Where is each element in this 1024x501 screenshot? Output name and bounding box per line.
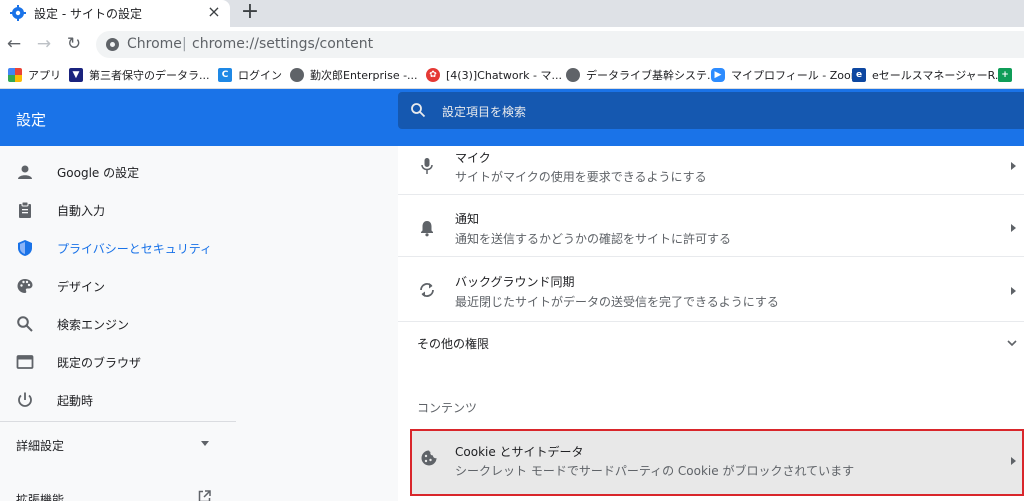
row-microphone[interactable]: マイク サイトがマイクの使用を要求できるようにする xyxy=(398,146,1024,195)
bookmark-item[interactable]: ▶ マイプロフィール - Zoom xyxy=(711,67,861,83)
browser-icon xyxy=(16,355,34,369)
sidebar-item-design[interactable]: デザイン xyxy=(0,267,236,305)
sidebar-item-google[interactable]: Google の設定 xyxy=(0,153,236,191)
cookie-icon xyxy=(421,450,437,466)
gear-icon xyxy=(10,5,26,21)
palette-icon xyxy=(17,279,33,293)
row-subtitle: 最近閉じたサイトがデータの送受信を完了できるようにする xyxy=(455,295,779,309)
chatwork-icon: ✿ xyxy=(426,68,440,82)
tab-title: 設定 - サイトの設定 xyxy=(34,7,142,21)
cookie-subtitle: シークレット モードでサードパーティの Cookie がブロックされています xyxy=(455,464,855,478)
row-cookies[interactable]: Cookie とサイトデータ シークレット モードでサードパーティの Cooki… xyxy=(410,429,1024,496)
forward-button[interactable]: → xyxy=(34,34,54,54)
new-tab-button[interactable]: + xyxy=(239,1,261,23)
section-label-content: コンテンツ xyxy=(417,401,478,415)
bell-icon xyxy=(421,221,433,237)
close-icon[interactable]: × xyxy=(205,3,223,21)
toolbar: ← → ↻ Chrome | chrome://settings/content xyxy=(0,27,1024,61)
bookmark-item[interactable]: 勤次郎Enterprise -... xyxy=(290,67,418,83)
bookmark-item[interactable]: C ログイン xyxy=(218,67,282,83)
globe-icon xyxy=(566,68,580,82)
cookie-title: Cookie とサイトデータ xyxy=(455,445,584,459)
back-button[interactable]: ← xyxy=(4,34,24,54)
bookmark-item[interactable]: データライブ基幹システ... xyxy=(566,67,718,83)
row-subtitle: サイトがマイクの使用を要求できるようにする xyxy=(455,170,707,184)
globe-icon xyxy=(290,68,304,82)
clipboard-icon xyxy=(19,201,31,218)
chevron-right-icon xyxy=(1011,457,1016,465)
plus-icon: + xyxy=(998,68,1012,82)
search-input[interactable]: 設定項目を検索 xyxy=(398,92,1024,129)
sidebar-item-default-browser[interactable]: 既定のブラウザ xyxy=(0,343,236,381)
row-background-sync[interactable]: バックグラウンド同期 最近閉じたサイトがデータの送受信を完了できるようにする xyxy=(398,257,1024,322)
row-notifications[interactable]: 通知 通知を送信するかどうかの確認をサイトに許可する xyxy=(398,195,1024,257)
address-host: Chrome xyxy=(127,36,182,52)
bookmarks-bar: アプリ ▼ 第三者保守のデータラ... C ログイン 勤次郎Enterprise… xyxy=(0,61,1024,89)
bookmark-apps[interactable]: アプリ xyxy=(8,67,61,83)
row-subtitle: 通知を送信するかどうかの確認をサイトに許可する xyxy=(455,232,732,246)
tab-strip: 設定 - サイトの設定 × + xyxy=(0,0,1024,27)
sidebar-item-search-engine[interactable]: 検索エンジン xyxy=(0,305,236,343)
chevron-right-icon xyxy=(1011,287,1016,295)
reload-button[interactable]: ↻ xyxy=(64,34,84,54)
power-icon xyxy=(18,392,32,407)
chevron-down-icon[interactable] xyxy=(201,441,209,446)
sidebar-extensions[interactable]: 拡張機能 xyxy=(16,491,64,501)
sidebar-item-privacy[interactable]: プライバシーとセキュリティ xyxy=(0,229,236,267)
chevron-right-icon xyxy=(1011,162,1016,170)
login-icon: C xyxy=(218,68,232,82)
tab-settings[interactable]: 設定 - サイトの設定 × xyxy=(0,0,230,27)
sidebar-item-autofill[interactable]: 自動入力 xyxy=(0,191,236,229)
bookmark-item[interactable]: e eセールスマネージャーR... xyxy=(852,67,1005,83)
apps-icon xyxy=(8,68,22,82)
zoom-icon: ▶ xyxy=(711,68,725,82)
row-title: マイク xyxy=(455,151,491,165)
search-placeholder: 設定項目を検索 xyxy=(442,105,527,119)
chevron-down-icon[interactable] xyxy=(1006,337,1018,349)
sidebar-item-startup[interactable]: 起動時 xyxy=(0,381,236,419)
address-bar[interactable]: Chrome | chrome://settings/content xyxy=(96,31,1024,58)
chrome-icon xyxy=(106,38,119,51)
settings-header: 設定 設定項目を検索 xyxy=(0,89,1024,146)
bookmark-icon: ▼ xyxy=(69,68,83,82)
more-permissions-label: その他の権限 xyxy=(417,337,490,351)
row-title: 通知 xyxy=(455,212,480,226)
chevron-right-icon xyxy=(1011,224,1016,232)
page-title: 設定 xyxy=(16,111,47,129)
mic-icon xyxy=(421,158,433,174)
bookmark-item[interactable]: + xyxy=(998,67,1018,83)
shield-icon xyxy=(18,240,32,256)
sidebar-divider xyxy=(0,421,236,422)
person-icon xyxy=(18,165,32,179)
row-title: バックグラウンド同期 xyxy=(455,275,575,289)
esales-icon: e xyxy=(852,68,866,82)
row-more-permissions[interactable]: その他の権限 xyxy=(398,322,1024,366)
sidebar: Google の設定 自動入力 プライバシーとセキュリティ デザイン 検索エンジ… xyxy=(0,146,236,501)
search-icon xyxy=(411,103,426,118)
sidebar-advanced[interactable]: 詳細設定 xyxy=(16,437,64,454)
address-separator: | xyxy=(182,36,187,52)
bookmark-item[interactable]: ▼ 第三者保守のデータラ... xyxy=(69,67,210,83)
external-link-icon[interactable] xyxy=(198,490,211,501)
sync-icon xyxy=(420,283,434,297)
bookmark-item[interactable]: ✿ [4(3)]Chatwork - マ... xyxy=(426,67,562,83)
search-icon xyxy=(17,316,33,332)
address-url[interactable]: chrome://settings/content xyxy=(192,36,373,52)
